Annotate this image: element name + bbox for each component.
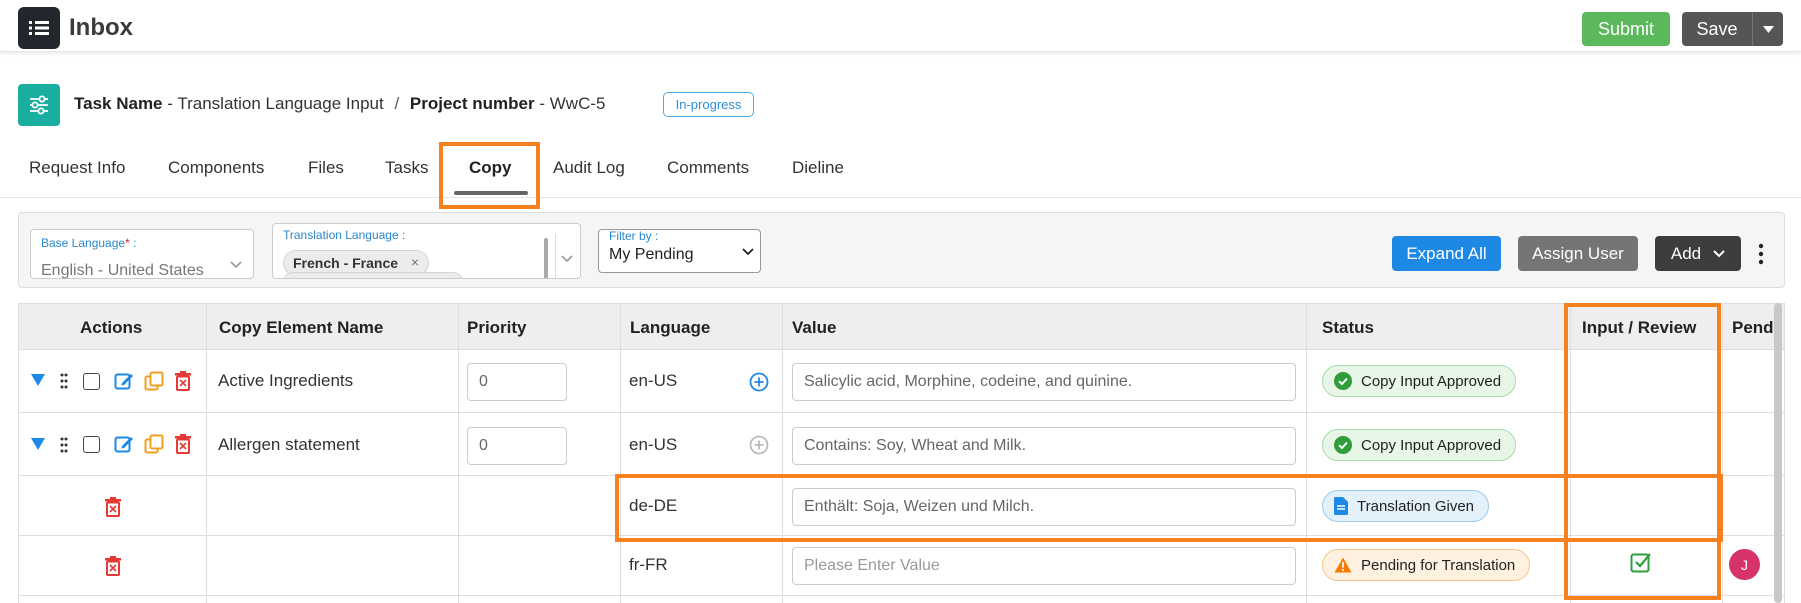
language-code: fr-FR xyxy=(629,555,668,574)
language-code: en-US xyxy=(629,371,678,390)
column-header-priority[interactable]: Priority xyxy=(467,318,527,338)
sliders-icon xyxy=(30,95,48,115)
select-divider xyxy=(555,234,556,278)
tab-files[interactable]: Files xyxy=(308,158,344,178)
column-header-actions: Actions xyxy=(80,318,143,337)
save-dropdown-toggle[interactable] xyxy=(1752,12,1783,46)
chevron-down-icon xyxy=(742,248,754,256)
check-circle-icon xyxy=(1334,372,1352,390)
status-label: Pending for Translation xyxy=(1361,556,1516,574)
status-label: Copy Input Approved xyxy=(1361,372,1502,390)
edit-icon[interactable] xyxy=(114,434,134,454)
table-header: Actions Copy Element Name Priority Langu… xyxy=(19,304,1784,350)
filter-by-select[interactable]: Filter by : My Pending xyxy=(598,229,761,273)
status-badge: Copy Input Approved xyxy=(1322,365,1517,397)
page-title: Inbox xyxy=(69,14,133,41)
project-number-dash: - xyxy=(539,94,546,113)
filter-by-label: Filter by : xyxy=(609,229,659,243)
edit-icon[interactable] xyxy=(114,371,134,391)
avatar[interactable]: J xyxy=(1729,549,1760,580)
column-header-status[interactable]: Status xyxy=(1322,318,1374,338)
top-header: Inbox Submit Save xyxy=(0,0,1801,52)
save-button[interactable]: Save xyxy=(1682,12,1752,46)
status-badge: Pending for Translation xyxy=(1322,549,1531,581)
base-language-select[interactable]: Base Language* : English - United States xyxy=(30,229,254,279)
status-label: Copy Input Approved xyxy=(1361,436,1502,454)
value-input[interactable]: Please Enter Value xyxy=(792,547,1296,585)
delete-icon[interactable] xyxy=(174,434,192,454)
copy-element-name: Active Ingredients xyxy=(218,371,354,390)
check-circle-icon xyxy=(1334,436,1352,454)
expand-toggle-icon[interactable] xyxy=(31,374,45,386)
row-checkbox[interactable] xyxy=(83,436,100,453)
chevron-down-icon xyxy=(230,261,242,269)
more-options-icon[interactable] xyxy=(1757,242,1765,266)
add-circle-icon[interactable] xyxy=(749,435,769,455)
tab-tasks[interactable]: Tasks xyxy=(385,158,428,178)
breadcrumb-separator: / xyxy=(394,94,400,113)
chevron-down-icon xyxy=(1713,249,1725,257)
warning-icon xyxy=(1334,557,1352,573)
add-circle-icon[interactable] xyxy=(749,372,769,392)
status-badge: In-progress xyxy=(663,92,754,117)
highlight-copy-tab xyxy=(439,142,540,209)
task-settings-icon xyxy=(18,84,60,126)
delete-icon[interactable] xyxy=(104,556,122,576)
drag-handle-icon[interactable] xyxy=(60,437,68,453)
base-language-value: English - United States xyxy=(41,262,204,279)
filter-by-value: My Pending xyxy=(609,246,694,263)
task-info: Task Name - Translation Language Input /… xyxy=(74,94,605,114)
column-header-language[interactable]: Language xyxy=(630,318,710,338)
add-button[interactable]: Add xyxy=(1655,236,1741,271)
language-chip-overflow xyxy=(283,272,463,278)
expand-toggle-icon[interactable] xyxy=(31,438,45,450)
tab-bar: Request Info Components Files Tasks Copy… xyxy=(0,148,1801,198)
priority-input[interactable]: 0 xyxy=(467,363,567,401)
priority-input[interactable]: 0 xyxy=(467,427,567,465)
translation-language-select[interactable]: Translation Language : French - France × xyxy=(272,223,581,279)
tab-audit-log[interactable]: Audit Log xyxy=(553,158,625,178)
row-checkbox[interactable] xyxy=(83,373,100,390)
assign-user-button[interactable]: Assign User xyxy=(1518,236,1638,271)
expand-all-button[interactable]: Expand All xyxy=(1392,236,1501,271)
task-name-dash: - xyxy=(167,94,173,113)
copy-icon[interactable] xyxy=(144,434,164,454)
table-scrollbar[interactable] xyxy=(1774,303,1782,603)
task-name-value: Translation Language Input xyxy=(177,94,384,113)
project-number-label: Project number xyxy=(409,94,535,113)
menu-icon[interactable] xyxy=(18,7,60,49)
translation-language-label: Translation Language : xyxy=(283,228,406,242)
value-input[interactable]: Contains: Soy, Wheat and Milk. xyxy=(792,427,1296,465)
chevron-down-icon[interactable] xyxy=(560,251,574,265)
delete-icon[interactable] xyxy=(104,497,122,517)
copy-element-name: Allergen statement xyxy=(218,435,360,454)
language-chip-label: French - France xyxy=(293,255,399,271)
task-name-label: Task Name xyxy=(74,94,163,113)
base-language-label: Base Language* : xyxy=(41,236,137,250)
language-code: en-US xyxy=(629,435,678,454)
status-badge: Copy Input Approved xyxy=(1322,429,1517,461)
select-scrollbar[interactable] xyxy=(544,238,548,278)
tab-request-info[interactable]: Request Info xyxy=(29,158,125,178)
chip-remove-icon[interactable]: × xyxy=(411,254,419,270)
value-input[interactable]: Salicylic acid, Morphine, codeine, and q… xyxy=(792,363,1296,401)
column-header-value[interactable]: Value xyxy=(792,318,836,338)
column-header-copy-element-name[interactable]: Copy Element Name xyxy=(219,318,383,338)
caret-down-icon xyxy=(1762,25,1774,33)
tab-comments[interactable]: Comments xyxy=(667,158,749,178)
submit-button[interactable]: Submit xyxy=(1582,12,1670,46)
list-icon xyxy=(29,21,49,35)
project-number-value: WwC-5 xyxy=(549,94,606,113)
copy-icon[interactable] xyxy=(144,371,164,391)
delete-icon[interactable] xyxy=(174,371,192,391)
add-button-label: Add xyxy=(1670,243,1702,263)
highlight-de-de-row xyxy=(615,474,1723,542)
tab-dieline[interactable]: Dieline xyxy=(792,158,844,178)
tab-components[interactable]: Components xyxy=(168,158,264,178)
highlight-input-review-column xyxy=(1564,303,1721,600)
column-header-pending: Pend xyxy=(1732,318,1774,337)
drag-handle-icon[interactable] xyxy=(60,373,68,389)
save-button-group: Save xyxy=(1682,12,1783,46)
